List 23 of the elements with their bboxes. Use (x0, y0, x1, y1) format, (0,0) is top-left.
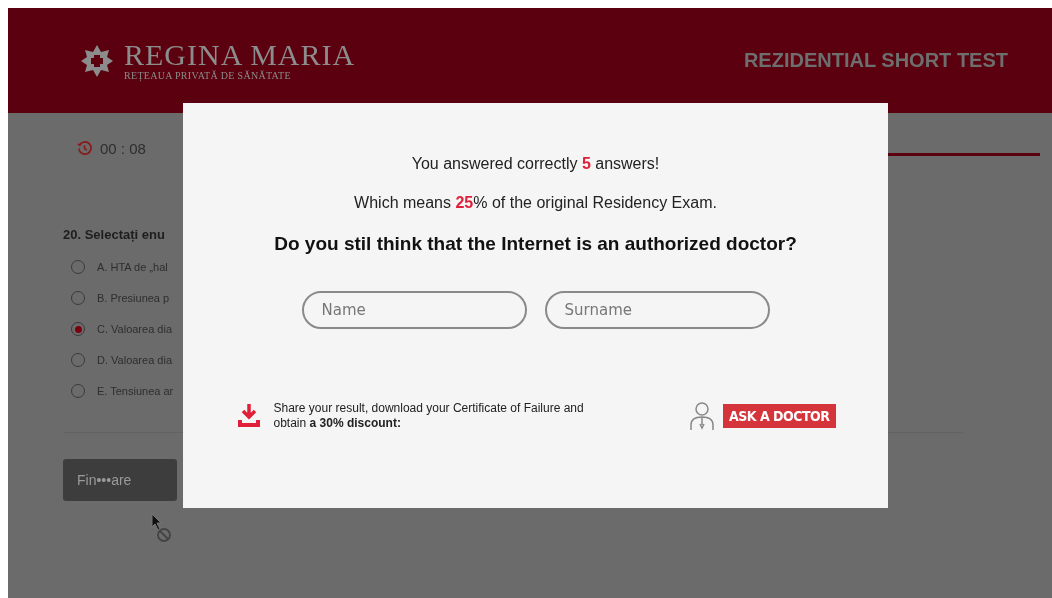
option-label: C. Valoarea dia (97, 323, 172, 335)
logo-title: REGINA MARIA (124, 40, 356, 70)
not-allowed-cursor-icon (151, 513, 173, 543)
input-field[interactable]: Name (301, 291, 527, 329)
option-label: E. Tensiunea ar (97, 385, 174, 397)
logo-subtitle: REȚEAUA PRIVATĂ DE SĂNĂTATE (124, 70, 292, 81)
result-text: You answered correctly 5 answers! (411, 155, 660, 173)
input-field[interactable]: Surname (544, 291, 770, 329)
share-text: Share your result, download your Certificate of Failure and obtain a 30% discount: (273, 401, 585, 431)
dialog-heading: Do you stil think that the Internet is an authorized doctor? (274, 233, 797, 255)
clock-icon (77, 141, 92, 156)
star-cross-logo-icon (80, 43, 114, 78)
finish-button[interactable]: Fin•••are (63, 459, 177, 501)
question-title: 20. Selectați enu (63, 227, 166, 242)
option-label: D. Valoarea dia (97, 354, 172, 366)
timer-text: 00 : 08 (100, 140, 146, 157)
option-label: B. Presiunea p (97, 292, 170, 304)
percent-text: Which means 25% of the original Residency Exam. (354, 194, 717, 212)
download-icon (235, 403, 262, 429)
option-label: A. HTA de „hal (97, 261, 168, 273)
ask-doctor-button[interactable]: ASK A DOCTOR (723, 404, 836, 428)
doctor-icon (689, 401, 715, 431)
test-title: REZIDENTIAL SHORT TEST (743, 49, 1008, 72)
